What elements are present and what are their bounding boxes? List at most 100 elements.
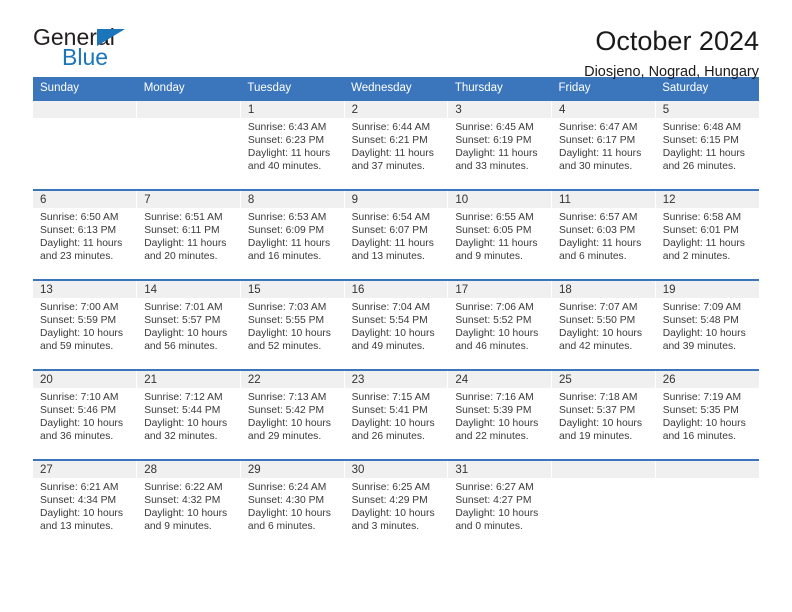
calendar-day-cell[interactable]: 5 Sunrise: 6:48 AM Sunset: 6:15 PM Daylight… xyxy=(654,99,759,190)
day-details: Sunrise: 7:03 AM Sunset: 5:55 PM Daylight:… xyxy=(241,298,344,354)
page-title: October 2024 xyxy=(595,26,759,56)
weekday-header-thursday: Thursday xyxy=(447,77,552,100)
sunset-text: Sunset: 5:46 PM xyxy=(40,404,117,416)
daylight-text: Daylight: 11 hours and 37 minutes. xyxy=(351,147,434,172)
sunrise-text: Sunrise: 6:58 AM xyxy=(662,212,742,223)
calendar-day-cell[interactable]: 17 Sunrise: 7:06 AM Sunset: 5:52 PM Dayligh… xyxy=(447,279,552,370)
calendar-week-row: 6 Sunrise: 6:50 AM Sunset: 6:13 PM Daylight… xyxy=(33,189,759,280)
calendar-day-cell[interactable]: 27 Sunrise: 6:21 AM Sunset: 4:34 PM Dayligh… xyxy=(33,459,137,549)
sunrise-text: Sunrise: 7:01 AM xyxy=(144,302,223,313)
calendar-day-cell[interactable]: 8 Sunrise: 6:53 AM Sunset: 6:09 PM Daylight… xyxy=(239,189,345,280)
sunset-text: Sunset: 4:30 PM xyxy=(247,494,325,506)
calendar-day-cell[interactable]: 14 Sunrise: 7:01 AM Sunset: 5:57 PM Dayligh… xyxy=(136,279,241,370)
calendar-day-cell[interactable]: 10 Sunrise: 6:55 AM Sunset: 6:05 PM Dayligh… xyxy=(447,189,552,280)
day-details: Sunrise: 6:53 AM Sunset: 6:09 PM Daylight:… xyxy=(241,208,344,264)
day-details: Sunrise: 6:55 AM Sunset: 6:05 PM Daylight:… xyxy=(448,208,551,264)
daylight-text: Daylight: 10 hours and 46 minutes. xyxy=(455,327,539,352)
day-number: 25 xyxy=(552,371,655,388)
brand-logo[interactable]: General Blue xyxy=(33,26,163,72)
day-details: Sunrise: 6:58 AM Sunset: 6:01 PM Daylight:… xyxy=(656,208,759,264)
calendar-day-cell[interactable]: 29 Sunrise: 6:24 AM Sunset: 4:30 PM Dayligh… xyxy=(239,459,345,549)
sunrise-text: Sunrise: 6:54 AM xyxy=(351,212,431,223)
calendar-day-cell-empty xyxy=(551,459,656,549)
calendar-day-cell[interactable]: 25 Sunrise: 7:18 AM Sunset: 5:37 PM Dayligh… xyxy=(551,369,656,460)
weekday-header-tuesday: Tuesday xyxy=(240,77,345,100)
calendar-day-cell[interactable]: 4 Sunrise: 6:47 AM Sunset: 6:17 PM Daylight… xyxy=(551,99,656,190)
calendar-day-cell[interactable]: 19 Sunrise: 7:09 AM Sunset: 5:48 PM Dayligh… xyxy=(654,279,759,370)
day-number: 15 xyxy=(240,281,344,298)
sunrise-text: Sunrise: 6:27 AM xyxy=(455,482,534,493)
sunrise-text: Sunrise: 7:18 AM xyxy=(559,392,638,403)
sunrise-text: Sunrise: 7:04 AM xyxy=(351,302,431,313)
day-number: 22 xyxy=(240,371,344,388)
daylight-text: Daylight: 10 hours and 49 minutes. xyxy=(351,327,435,352)
calendar-day-cell[interactable]: 6 Sunrise: 6:50 AM Sunset: 6:13 PM Daylight… xyxy=(33,189,137,280)
day-details: Sunrise: 7:07 AM Sunset: 5:50 PM Daylight:… xyxy=(552,298,655,354)
sunset-text: Sunset: 5:55 PM xyxy=(247,314,325,326)
sunrise-text: Sunrise: 7:06 AM xyxy=(455,302,534,313)
day-number: 29 xyxy=(240,461,344,478)
calendar-day-cell[interactable]: 15 Sunrise: 7:03 AM Sunset: 5:55 PM Dayligh… xyxy=(239,279,345,370)
sunset-text: Sunset: 5:44 PM xyxy=(144,404,221,416)
sunrise-text: Sunrise: 6:53 AM xyxy=(247,212,327,223)
sunset-text: Sunset: 6:09 PM xyxy=(247,224,325,236)
title-block: October 2024 Diosjeno, Nograd, Hungary xyxy=(584,26,759,82)
calendar-day-cell[interactable]: 16 Sunrise: 7:04 AM Sunset: 5:54 PM Dayligh… xyxy=(343,279,448,370)
sunset-text: Sunset: 6:23 PM xyxy=(247,134,325,146)
page-header: General Blue October 2024 Diosjeno, Nogr… xyxy=(33,0,759,81)
calendar-day-cell[interactable]: 21 Sunrise: 7:12 AM Sunset: 5:44 PM Dayligh… xyxy=(136,369,241,460)
day-details: Sunrise: 7:13 AM Sunset: 5:42 PM Daylight:… xyxy=(241,388,344,444)
sunset-text: Sunset: 5:54 PM xyxy=(351,314,428,326)
day-number: 1 xyxy=(240,101,344,118)
calendar-day-cell[interactable]: 1 Sunrise: 6:43 AM Sunset: 6:23 PM Daylight… xyxy=(239,99,345,190)
calendar-day-cell[interactable]: 11 Sunrise: 6:57 AM Sunset: 6:03 PM Dayligh… xyxy=(551,189,656,280)
calendar-day-cell[interactable]: 9 Sunrise: 6:54 AM Sunset: 6:07 PM Daylight… xyxy=(343,189,448,280)
sunset-text: Sunset: 4:34 PM xyxy=(40,494,117,506)
sunrise-text: Sunrise: 6:22 AM xyxy=(144,482,223,493)
daylight-text: Daylight: 10 hours and 42 minutes. xyxy=(559,327,643,352)
day-number: 21 xyxy=(137,371,240,388)
calendar-day-cell[interactable]: 26 Sunrise: 7:19 AM Sunset: 5:35 PM Dayligh… xyxy=(654,369,759,460)
calendar-day-cell[interactable]: 23 Sunrise: 7:15 AM Sunset: 5:41 PM Dayligh… xyxy=(343,369,448,460)
day-number: 24 xyxy=(448,371,552,388)
calendar-day-cell[interactable]: 12 Sunrise: 6:58 AM Sunset: 6:01 PM Dayligh… xyxy=(654,189,759,280)
calendar-week-row: 1 Sunrise: 6:43 AM Sunset: 6:23 PM Daylight… xyxy=(33,99,759,190)
day-details: Sunrise: 6:57 AM Sunset: 6:03 PM Daylight:… xyxy=(552,208,655,264)
sunrise-text: Sunrise: 6:57 AM xyxy=(559,212,638,223)
calendar-day-cell[interactable]: 2 Sunrise: 6:44 AM Sunset: 6:21 PM Daylight… xyxy=(343,99,448,190)
day-details: Sunrise: 7:16 AM Sunset: 5:39 PM Daylight:… xyxy=(448,388,551,444)
calendar-day-cell[interactable]: 7 Sunrise: 6:51 AM Sunset: 6:11 PM Daylight… xyxy=(136,189,241,280)
calendar-day-cell[interactable]: 13 Sunrise: 7:00 AM Sunset: 5:59 PM Dayligh… xyxy=(33,279,137,370)
day-number: 14 xyxy=(137,281,240,298)
day-details: Sunrise: 6:22 AM Sunset: 4:32 PM Daylight:… xyxy=(137,478,240,534)
brand-name-blue: Blue xyxy=(62,44,109,70)
day-details: Sunrise: 7:12 AM Sunset: 5:44 PM Daylight:… xyxy=(137,388,240,444)
day-number: 31 xyxy=(448,461,552,478)
sunset-text: Sunset: 5:37 PM xyxy=(559,404,636,416)
sunrise-text: Sunrise: 7:10 AM xyxy=(40,392,119,403)
daylight-text: Daylight: 11 hours and 6 minutes. xyxy=(559,237,642,262)
calendar-day-cell[interactable]: 31 Sunrise: 6:27 AM Sunset: 4:27 PM Dayligh… xyxy=(447,459,552,549)
sunrise-text: Sunrise: 7:00 AM xyxy=(40,302,119,313)
sunset-text: Sunset: 4:27 PM xyxy=(455,494,532,506)
day-number: 13 xyxy=(33,281,137,298)
daylight-text: Daylight: 11 hours and 23 minutes. xyxy=(40,237,123,262)
calendar-day-cell[interactable]: 20 Sunrise: 7:10 AM Sunset: 5:46 PM Dayligh… xyxy=(33,369,137,460)
sunset-text: Sunset: 6:15 PM xyxy=(662,134,739,146)
day-number: 20 xyxy=(33,371,137,388)
day-number xyxy=(655,461,759,478)
daylight-text: Daylight: 10 hours and 6 minutes. xyxy=(247,507,331,532)
calendar-day-cell[interactable]: 18 Sunrise: 7:07 AM Sunset: 5:50 PM Dayligh… xyxy=(551,279,656,370)
sunrise-text: Sunrise: 6:25 AM xyxy=(351,482,431,493)
day-number: 18 xyxy=(552,281,655,298)
day-details: Sunrise: 6:21 AM Sunset: 4:34 PM Daylight:… xyxy=(33,478,136,534)
day-details: Sunrise: 7:04 AM Sunset: 5:54 PM Daylight:… xyxy=(345,298,448,354)
day-number xyxy=(33,101,137,118)
sunrise-text: Sunrise: 6:51 AM xyxy=(144,212,223,223)
daylight-text: Daylight: 11 hours and 26 minutes. xyxy=(662,147,745,172)
calendar-day-cell[interactable]: 22 Sunrise: 7:13 AM Sunset: 5:42 PM Dayligh… xyxy=(239,369,345,460)
calendar-day-cell[interactable]: 30 Sunrise: 6:25 AM Sunset: 4:29 PM Dayligh… xyxy=(343,459,448,549)
calendar-day-cell[interactable]: 28 Sunrise: 6:22 AM Sunset: 4:32 PM Dayligh… xyxy=(136,459,241,549)
calendar-day-cell[interactable]: 3 Sunrise: 6:45 AM Sunset: 6:19 PM Daylight… xyxy=(447,99,552,190)
calendar-day-cell[interactable]: 24 Sunrise: 7:16 AM Sunset: 5:39 PM Dayligh… xyxy=(447,369,552,460)
